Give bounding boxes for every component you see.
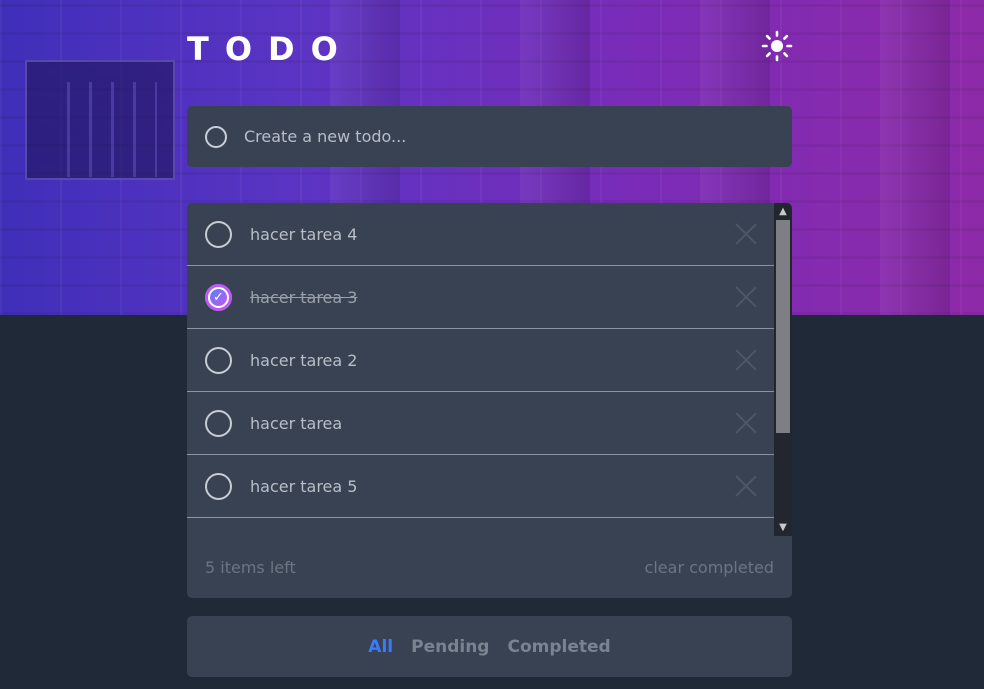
delete-x-icon[interactable]: [734, 222, 758, 246]
todo-item: hacer tarea 2: [187, 329, 774, 392]
delete-x-icon[interactable]: [734, 285, 758, 309]
todo-list-card: hacer tarea 4 ✓ hacer tarea 3 hacer tare…: [187, 203, 792, 598]
scrollbar-thumb[interactable]: [776, 220, 790, 433]
clear-completed-button[interactable]: clear completed: [645, 558, 774, 577]
todo-checkbox[interactable]: [205, 220, 232, 248]
todo-text: hacer tarea: [250, 413, 343, 433]
todo-checkbox[interactable]: [205, 346, 232, 374]
todo-item: hacer tarea 4: [187, 203, 774, 266]
delete-x-icon[interactable]: [734, 348, 758, 372]
scroll-up-arrow-icon[interactable]: ▲: [774, 203, 792, 220]
delete-x-icon[interactable]: [734, 411, 758, 435]
background-pillar: [880, 0, 950, 315]
app-title: TODO: [187, 30, 354, 68]
todo-checkbox-checked[interactable]: ✓: [205, 283, 232, 311]
todo-item: hacer tarea: [187, 392, 774, 455]
todo-checkbox[interactable]: [205, 409, 232, 437]
todo-text: hacer tarea 3: [250, 287, 358, 307]
sun-icon: [761, 30, 793, 62]
list-scrollbar[interactable]: ▲ ▼: [774, 203, 792, 536]
new-todo-circle-icon: [205, 125, 227, 148]
filter-completed[interactable]: Completed: [507, 637, 610, 657]
todo-text: hacer tarea 5: [250, 476, 358, 496]
todo-item: hacer tarea 5: [187, 455, 774, 518]
items-left-count: 5 items left: [205, 557, 296, 577]
list-footer: 5 items left clear completed: [187, 536, 792, 598]
checkmark-icon: ✓: [208, 286, 229, 308]
background-doorway: [25, 60, 175, 180]
filter-bar: All Pending Completed: [187, 616, 792, 677]
todo-text: hacer tarea 2: [250, 350, 358, 370]
filter-all[interactable]: All: [368, 637, 393, 657]
todo-text: hacer tarea 4: [250, 224, 358, 244]
new-todo-bar: [187, 106, 792, 167]
scroll-down-arrow-icon[interactable]: ▼: [774, 519, 792, 536]
todo-checkbox[interactable]: [205, 472, 232, 500]
new-todo-input[interactable]: [244, 127, 744, 146]
filter-pending[interactable]: Pending: [411, 637, 489, 657]
delete-x-icon[interactable]: [734, 474, 758, 498]
todo-item: ✓ hacer tarea 3: [187, 266, 774, 329]
theme-toggle-button[interactable]: [760, 29, 794, 63]
todo-list: hacer tarea 4 ✓ hacer tarea 3 hacer tare…: [187, 203, 792, 536]
